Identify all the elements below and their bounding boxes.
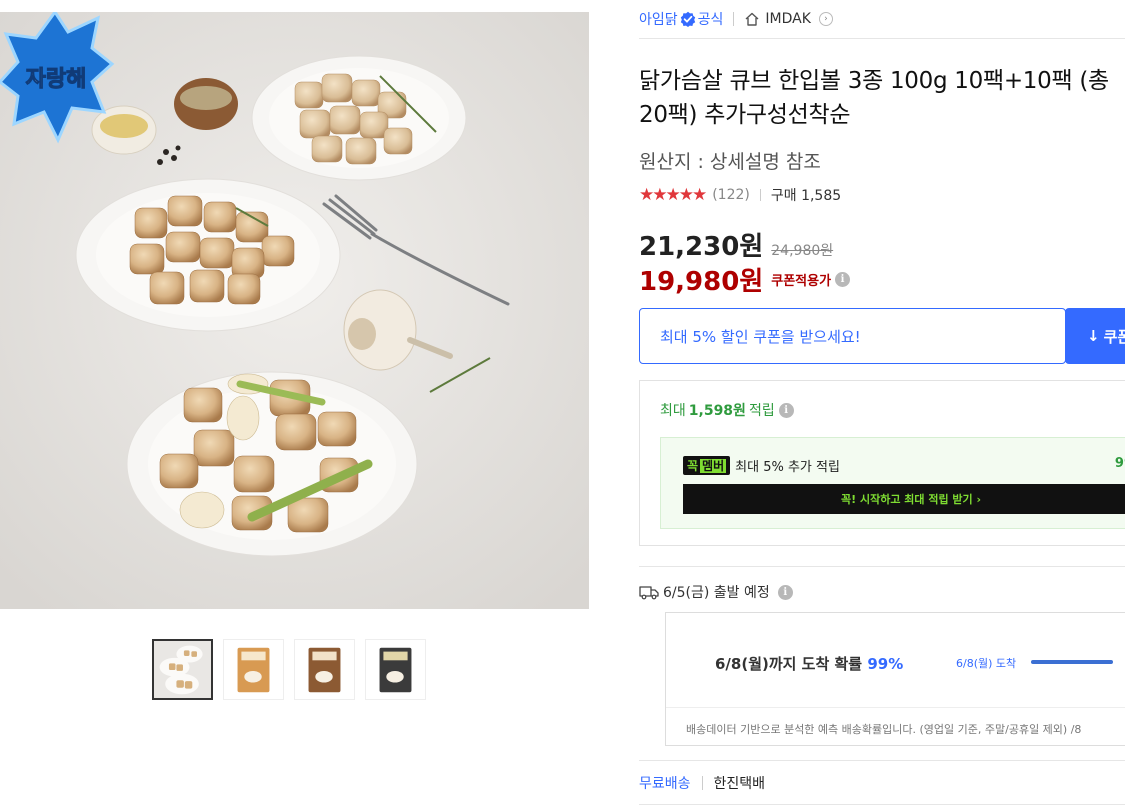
coupon-price-label: 쿠폰적용가 [771, 274, 832, 289]
sale-price: 21,230원 [639, 232, 764, 262]
seller-link[interactable]: 아임닭 공식 [639, 9, 723, 29]
purchase-count: 구매 1,585 [770, 188, 842, 204]
product-main-image: 자랑해 [0, 12, 589, 609]
home-icon [745, 12, 759, 26]
divider [639, 804, 1125, 805]
delivery-row: 무료배송 한진택배 [639, 773, 765, 793]
thumbnail-2[interactable] [223, 639, 284, 700]
thumbnail-3[interactable] [294, 639, 355, 700]
thumbnail-4[interactable] [365, 639, 426, 700]
reward-summary: 최대 1,598원 적립 i [660, 400, 794, 420]
courier-name: 한진택배 [713, 776, 766, 792]
divider [701, 776, 703, 790]
divider [759, 189, 761, 201]
info-icon[interactable]: i [777, 584, 793, 600]
arrival-prediction-box: 6/8(월)까지 도착 확률 99% 6/8(월) 도착 배송데이터 기반으로 … [665, 612, 1125, 746]
divider [639, 760, 1125, 761]
membership-badge-right: 멤버 [700, 459, 727, 473]
product-origin: 원산지 : 상세설명 참조 [639, 151, 821, 173]
reward-suffix: 적립 [748, 403, 775, 419]
product-info-panel: 아임닭 공식 IMDAK › 닭가슴살 큐브 한입볼 3종 100g 10팩+1… [639, 0, 1125, 808]
chevron-right-icon: › [818, 12, 833, 26]
reward-prefix: 최대 [660, 403, 686, 419]
divider [639, 566, 1125, 567]
thumbnail-strip [152, 639, 426, 700]
product-photo-illustration: 자랑해 [0, 12, 589, 609]
coupon-price-row: 19,980원 쿠폰적용가 i [639, 261, 851, 298]
arrival-probability-text: 6/8(월)까지 도착 확률 99% [715, 653, 903, 674]
thumbnail-1[interactable] [152, 639, 213, 700]
review-count-link[interactable]: (122) [712, 187, 750, 203]
membership-badge-left: 꼭 [687, 459, 699, 473]
divider [733, 12, 735, 26]
product-title: 닭가슴살 큐브 한입볼 3종 100g 10팩+10팩 (총20팩) 추가구성선… [639, 68, 1109, 128]
arrival-date-tag: 6/8(월) 도착 [956, 657, 1017, 670]
arrival-probability-bar [1031, 660, 1113, 664]
coupon-offer-banner[interactable]: 최대 5% 할인 쿠폰을 받으세요! [639, 308, 1066, 364]
divider [666, 707, 1125, 708]
verified-badge-icon [680, 11, 695, 27]
dispatch-text: 6/5(금) 출발 예정 [663, 585, 770, 601]
free-shipping-label: 무료배송 [639, 776, 691, 792]
coupon-offer-text: 최대 5% 할인 쿠폰을 받으세요! [660, 327, 861, 346]
membership-line: 꼭 멤버 최대 5% 추가 적립 [683, 456, 840, 475]
arrival-text: 6/8(월)까지 도착 확률 [715, 655, 863, 673]
reward-section: 최대 1,598원 적립 i 꼭멤버 최대 5% 추가 적립 99 꼭! 시작하… [639, 380, 1125, 546]
reward-amount: 1,598원 [688, 403, 746, 419]
coupon-price: 19,980원 [639, 267, 764, 297]
download-coupon-label: 쿠폰 [1103, 327, 1125, 346]
download-arrow-icon: ↓ [1087, 327, 1100, 345]
arrival-probability: 99% [867, 655, 904, 673]
price-row: 21,230원 24,980원 [639, 226, 833, 263]
membership-box: 꼭멤버 최대 5% 추가 적립 99 꼭! 시작하고 최대 적립 받기 › [660, 437, 1125, 529]
verified-label: 공식 [697, 12, 724, 28]
download-coupon-button[interactable]: ↓ 쿠폰 [1065, 308, 1125, 364]
membership-text: 최대 5% 추가 적립 [735, 460, 840, 475]
store-name: IMDAK [765, 11, 811, 27]
info-icon[interactable]: i [778, 402, 794, 418]
rating-stars: ★★★★★ [639, 185, 707, 205]
membership-badge: 꼭 멤버 [683, 456, 731, 475]
membership-cta-button[interactable]: 꼭! 시작하고 최대 적립 받기 › [683, 484, 1125, 514]
seller-name: 아임닭 [639, 12, 678, 28]
original-price: 24,980원 [771, 243, 834, 259]
membership-amount: 99 [1114, 456, 1125, 471]
seller-row: 아임닭 공식 IMDAK › [639, 8, 833, 30]
truck-icon [639, 586, 659, 600]
dispatch-row: 6/5(금) 출발 예정 i [639, 582, 793, 602]
rating-row: ★★★★★ (122) 구매 1,585 [639, 184, 841, 206]
store-link[interactable]: IMDAK › [744, 11, 833, 27]
info-icon[interactable]: i [835, 272, 851, 287]
divider [639, 38, 1125, 39]
arrival-note: 배송데이터 기반으로 분석한 예측 배송확률입니다. (영업일 기준, 주말/공… [686, 723, 1082, 736]
badge-text: 자랑해 [26, 67, 87, 92]
